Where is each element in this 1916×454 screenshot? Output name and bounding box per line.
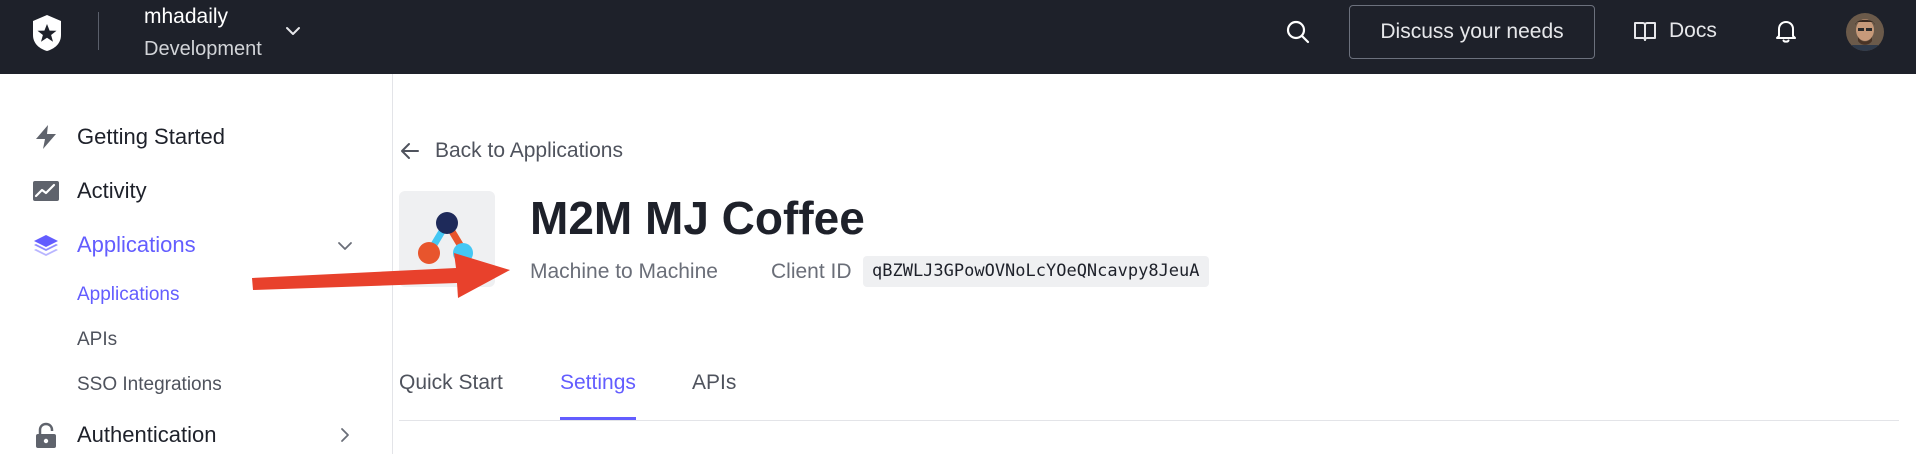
tab-apis[interactable]: APIs	[692, 362, 736, 420]
topbar-divider	[98, 12, 99, 50]
application-type: Machine to Machine	[530, 260, 718, 283]
user-avatar[interactable]	[1846, 13, 1884, 51]
tenant-name: mhadaily	[144, 5, 229, 28]
client-id-value[interactable]: qBZWLJ3GPowOVNoLcYOeQNcavpy8JeuA	[863, 256, 1209, 287]
sidebar-subitem-sso-integrations[interactable]: SSO Integrations	[77, 371, 222, 399]
chevron-right-icon[interactable]	[336, 426, 354, 444]
layers-icon	[34, 235, 58, 256]
sidebar-item-label: Getting Started	[77, 124, 225, 149]
tenant-environment: Development	[144, 38, 262, 60]
tabs-divider	[399, 420, 1899, 421]
sidebar-item-activity[interactable]: Activity	[32, 174, 147, 208]
tab-settings[interactable]: Settings	[560, 362, 636, 420]
tab-quick-start[interactable]: Quick Start	[399, 362, 503, 420]
chevron-down-icon[interactable]	[284, 22, 302, 40]
application-logo	[399, 191, 495, 287]
book-icon	[1634, 22, 1656, 41]
activity-chart-icon	[33, 181, 59, 201]
sidebar-subitem-apis[interactable]: APIs	[77, 326, 117, 354]
tenant-switcher[interactable]: mhadaily Development	[144, 3, 262, 63]
lock-icon	[36, 422, 56, 448]
arrow-left-icon	[401, 143, 419, 159]
sidebar-item-applications[interactable]: Applications	[32, 228, 196, 262]
sidebar-item-getting-started[interactable]: Getting Started	[32, 120, 225, 154]
top-bar: mhadaily Development Discuss your needs …	[0, 0, 1916, 74]
discuss-your-needs-button[interactable]: Discuss your needs	[1349, 5, 1595, 59]
sidebar-subitem-applications[interactable]: Applications	[77, 281, 179, 309]
back-link-label: Back to Applications	[435, 139, 623, 162]
chevron-down-icon[interactable]	[336, 237, 354, 255]
bell-icon[interactable]	[1774, 18, 1798, 44]
sidebar-item-authentication[interactable]: Authentication	[32, 418, 216, 452]
bolt-icon	[36, 125, 56, 149]
sidebar-item-label: Activity	[77, 178, 147, 203]
sidebar-item-label: Applications	[77, 232, 196, 257]
auth0-logo-icon[interactable]	[27, 13, 67, 53]
client-id-label: Client ID	[771, 260, 852, 283]
m2m-app-icon	[418, 212, 473, 264]
search-icon[interactable]	[1285, 19, 1311, 45]
application-title: M2M MJ Coffee	[530, 192, 865, 244]
docs-link[interactable]: Docs	[1633, 16, 1717, 46]
docs-label: Docs	[1669, 19, 1717, 42]
discuss-button-label: Discuss your needs	[1380, 20, 1564, 43]
back-to-applications-link[interactable]: Back to Applications	[399, 136, 623, 166]
sidebar-item-label: Authentication	[77, 422, 217, 447]
